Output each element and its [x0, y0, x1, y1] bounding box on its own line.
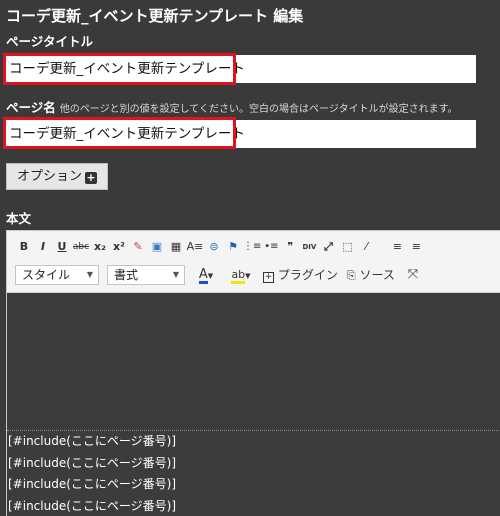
body-label: 本文 [6, 211, 32, 226]
bold-button[interactable]: B [15, 237, 33, 257]
plus-square-icon: + [85, 171, 98, 184]
editor-toolbar: B I Uabc x₂ x² ✎ ▣ ▦ A≡ ⊜ ⚑ ⋮≡ •≡ ❞ DIV ⤢ ⬚ ⁄ ≡ ≡ スタイル ▼ 書式 ▼… [7, 231, 500, 293]
rich-text-editor: B I Uabc x₂ x² ✎ ▣ ▦ A≡ ⊜ ⚑ ⋮≡ •≡ ❞ DIV ⤢ ⬚ ⁄ ≡ ≡ スタイル ▼ 書式 ▼… [6, 230, 500, 516]
include-line: [#include(ここにページ番号)] [8, 455, 177, 470]
option-button[interactable]: オプション + [6, 163, 108, 190]
remove-format-button[interactable]: ✎ [129, 237, 147, 257]
page-name-hint: 他のページと別の値を設定してください。空白の場合はページタイトルが設定されます。 [59, 104, 458, 115]
page-name-label-row: ページ名 他のページと別の値を設定してください。空白の場合はページタイトルが設定さ… [6, 97, 458, 116]
include-line: [#include(ここにページ番号)] [8, 477, 177, 491]
option-button-label: オプション [17, 169, 83, 184]
plugin-icon: + [263, 272, 274, 283]
style-dropdown[interactable]: スタイル ▼ [15, 265, 99, 285]
underline-button[interactable]: U [53, 237, 71, 257]
strikethrough-button[interactable]: abc [72, 237, 90, 257]
link-button[interactable]: ⊜ [205, 237, 223, 257]
editor-include-lines[interactable]: [#include(ここにページ番号)] [#include(ここにページ番号)… [7, 431, 500, 516]
italic-button[interactable]: I [34, 237, 52, 257]
editor-content-area[interactable] [7, 293, 500, 431]
style-dropdown-label: スタイル [22, 268, 71, 282]
fullscreen-button[interactable]: ⤧ [404, 265, 422, 285]
align-center-button[interactable]: ≡ [407, 237, 425, 257]
bg-color-icon: ab [231, 269, 246, 284]
plugin-label: プラグイン [277, 268, 338, 282]
anchor-flag-button[interactable]: ⚑ [224, 237, 242, 257]
align-left-button[interactable]: ≡ [388, 237, 406, 257]
text-color-button[interactable]: A▼ [193, 265, 219, 285]
plugin-button[interactable]: + プラグイン [263, 265, 338, 285]
chevron-down-icon: ▼ [86, 270, 93, 279]
show-blocks-button[interactable]: ⬚ [338, 237, 356, 257]
page-name-input[interactable]: コーデ更新_イベント更新テンプレート [3, 120, 476, 148]
page-title-input[interactable]: コーデ更新_イベント更新テンプレート [3, 55, 476, 83]
text-format-button[interactable]: A≡ [186, 237, 204, 257]
superscript-button[interactable]: x² [110, 237, 128, 257]
format-dropdown-label: 書式 [114, 268, 139, 282]
edit-page-title: コーデ更新_イベント更新テンプレート 編集 [6, 7, 304, 25]
blockquote-button[interactable]: ❞ [281, 237, 299, 257]
fullscreen-icon: ⤧ [407, 267, 419, 282]
source-icon: ⎘ [346, 269, 356, 282]
include-line: [#include(ここにページ番号)] [8, 498, 177, 513]
image-button[interactable]: ▣ [148, 237, 166, 257]
table-button[interactable]: ▦ [167, 237, 185, 257]
source-label: ソース [359, 268, 395, 282]
eyedropper-button[interactable]: ⁄ [357, 237, 375, 257]
page-name-label: ページ名 [6, 100, 56, 115]
page-title-label: ページタイトル [6, 34, 94, 49]
include-line: [#include(ここにページ番号)] [8, 434, 177, 448]
bg-color-button[interactable]: ab▼ [228, 265, 254, 285]
numbered-list-button[interactable]: ⋮≡ [243, 237, 261, 257]
source-button[interactable]: ⎘ ソース [347, 265, 395, 285]
text-color-icon: A [198, 267, 208, 284]
chevron-down-icon: ▼ [172, 270, 179, 279]
toolbar-row-1: B I Uabc x₂ x² ✎ ▣ ▦ A≡ ⊜ ⚑ ⋮≡ •≡ ❞ DIV ⤢ ⬚ ⁄ ≡ ≡ [15, 235, 426, 259]
format-dropdown[interactable]: 書式 ▼ [107, 265, 185, 285]
bulleted-list-button[interactable]: •≡ [262, 237, 280, 257]
div-button[interactable]: DIV [300, 237, 318, 257]
toolbar-row-2: スタイル ▼ 書式 ▼ A▼ ab▼ + プラグイン ⎘ ソース ⤧ [15, 263, 423, 287]
subscript-button[interactable]: x₂ [91, 237, 109, 257]
maximize-button[interactable]: ⤢ [319, 237, 337, 257]
